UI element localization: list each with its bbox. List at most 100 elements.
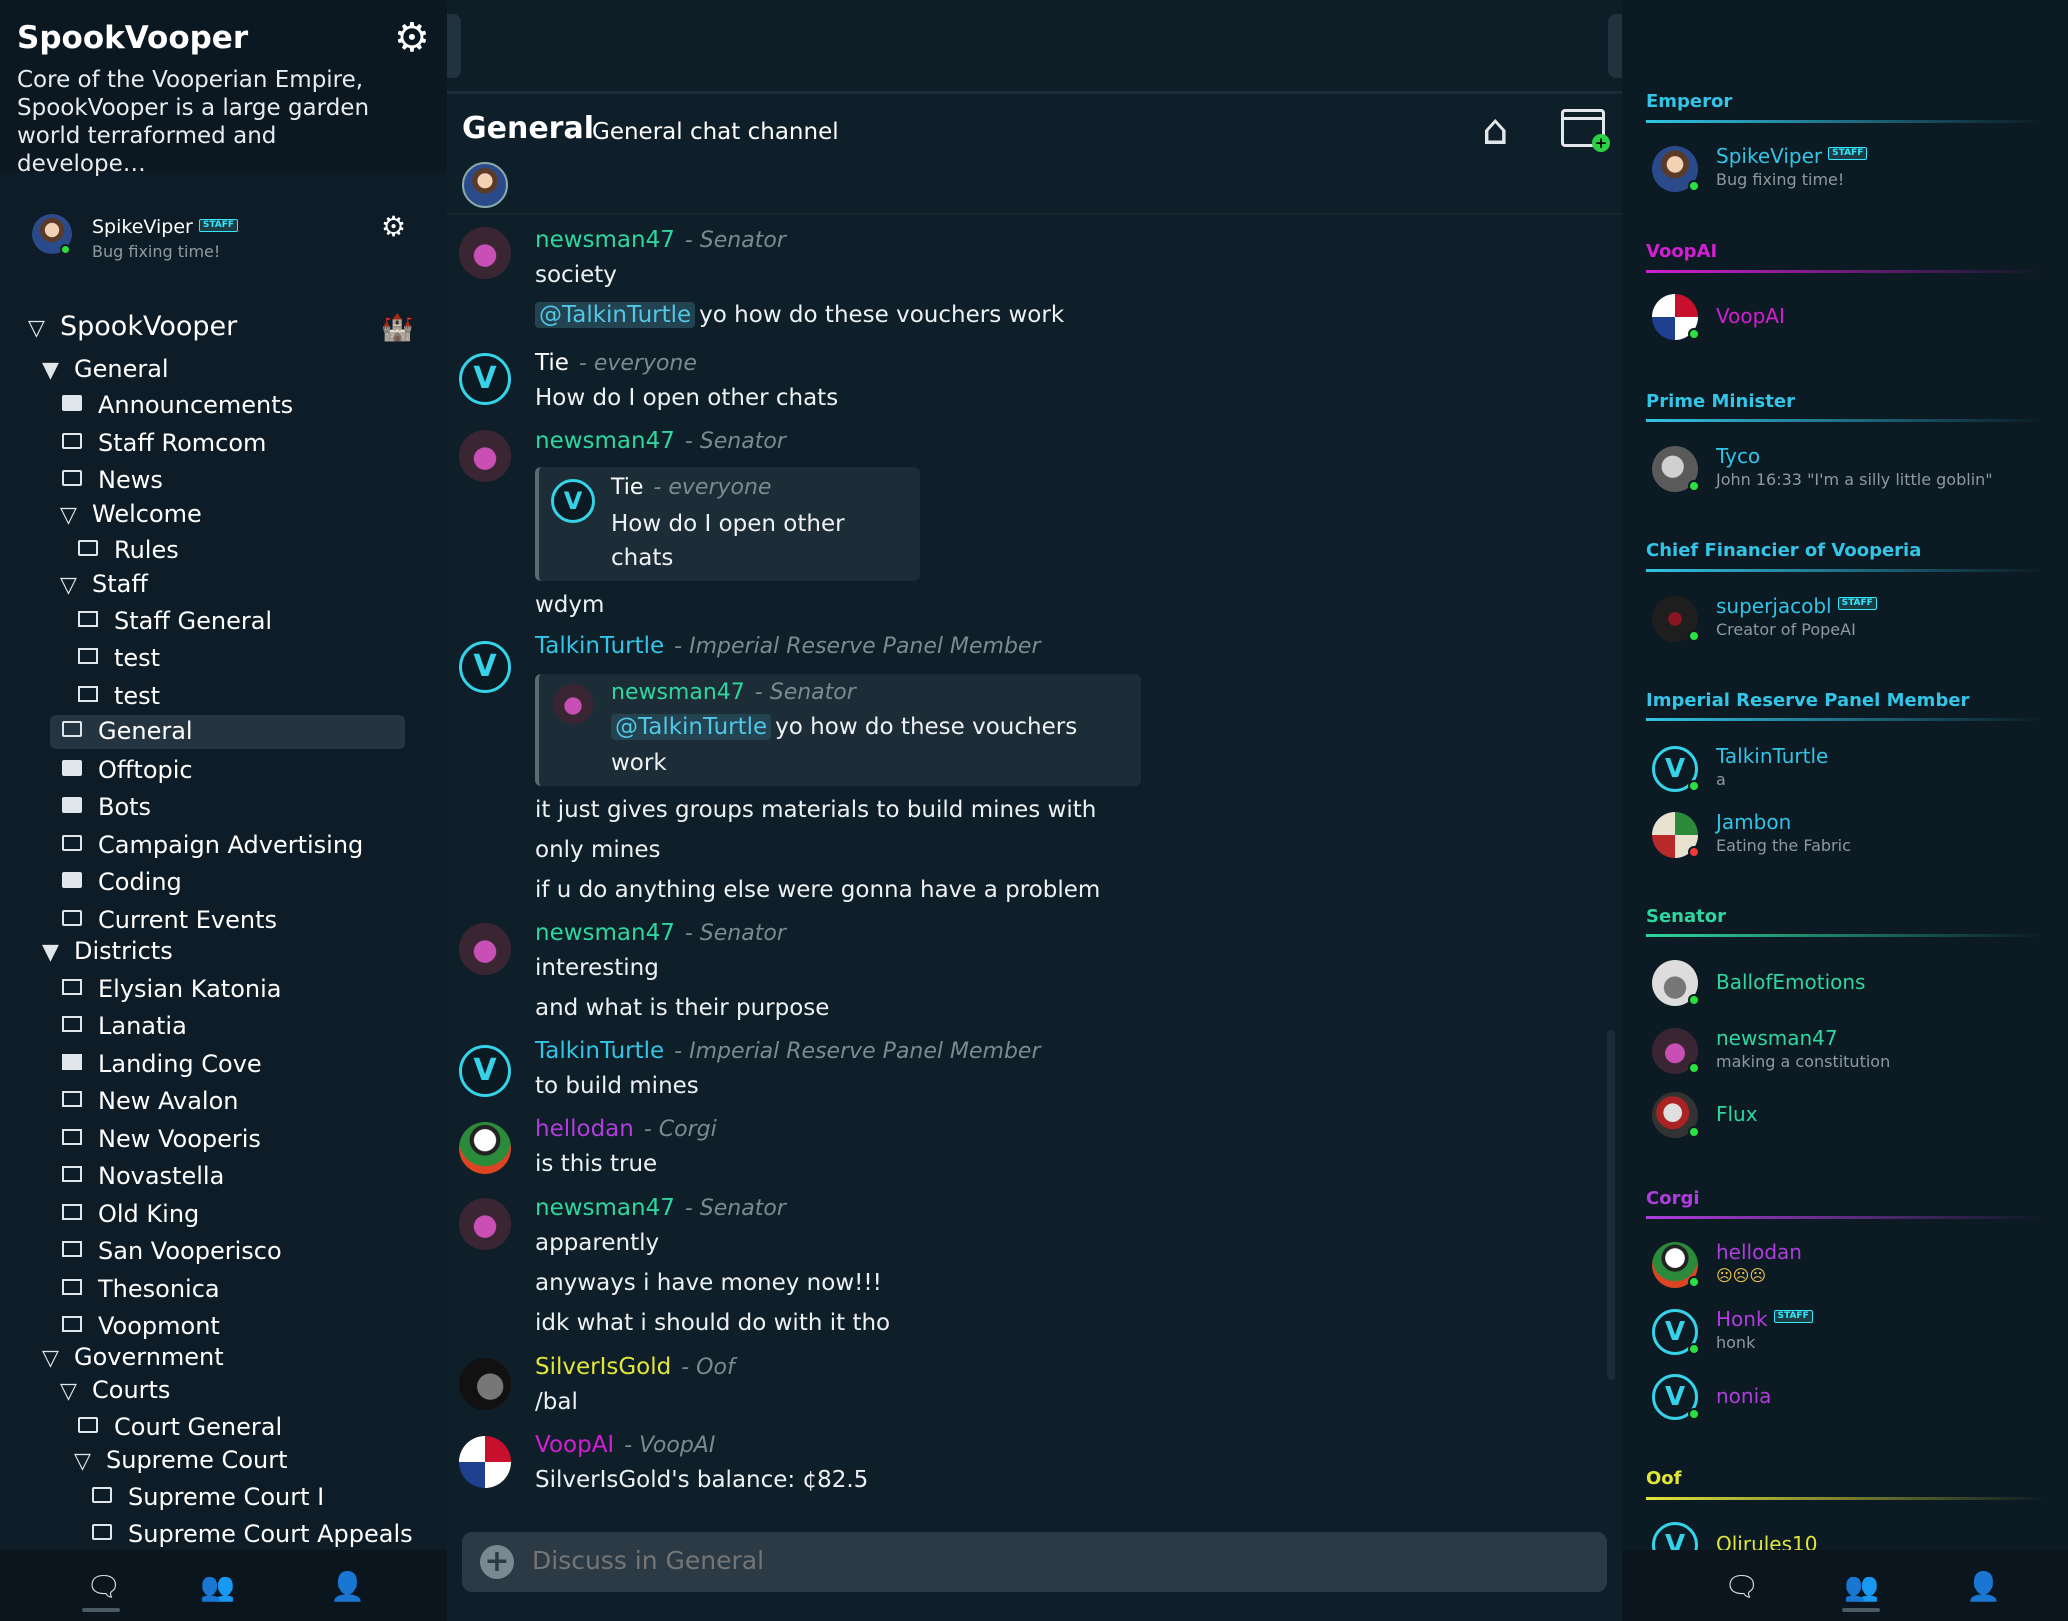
message-author[interactable]: SilverIsGold - Oof	[535, 1354, 735, 1380]
channel-new-avalon[interactable]: New Avalon	[62, 1087, 238, 1115]
members-icon[interactable]: 👥	[200, 1570, 235, 1603]
channel-san-vooperisco[interactable]: San Vooperisco	[62, 1237, 282, 1265]
avatar[interactable]	[459, 430, 511, 482]
channel-announcements[interactable]: Announcements	[62, 391, 293, 419]
channel-staff-romcom[interactable]: Staff Romcom	[62, 429, 266, 457]
reply-quote[interactable]: V Tie - everyone How do I open other chat…	[535, 467, 920, 581]
category-welcome[interactable]: ▽ Welcome	[60, 500, 202, 528]
avatar[interactable]	[459, 227, 511, 279]
private-channel-icon	[62, 1279, 82, 1295]
channel-test-2[interactable]: test	[78, 682, 160, 710]
channel-news[interactable]: News	[62, 466, 163, 494]
mention[interactable]: @TalkinTurtle	[535, 302, 696, 328]
avatar[interactable]	[459, 1122, 511, 1174]
message-author[interactable]: Tie - everyone	[535, 350, 697, 376]
category-districts[interactable]: ▼ Districts	[42, 937, 173, 965]
planet-name: SpookVooper	[17, 20, 249, 56]
role-heading: Oof	[1646, 1468, 1682, 1489]
channel-offtopic[interactable]: Offtopic	[62, 756, 193, 784]
channel-old-king[interactable]: Old King	[62, 1200, 199, 1228]
channel-coding[interactable]: Coding	[62, 868, 182, 896]
left-bottom-nav: 🗨 👥 👤	[0, 1550, 447, 1621]
message-input[interactable]	[532, 1546, 1572, 1575]
planet-settings-gear-icon[interactable]: ⚙	[394, 18, 430, 58]
category-supreme-court[interactable]: ▽ Supreme Court	[74, 1446, 288, 1474]
member-item[interactable]: hellodan ☹☹☹	[1652, 1238, 2052, 1294]
private-channel-icon	[78, 611, 98, 627]
profile-icon[interactable]: 👤	[330, 1570, 365, 1603]
channel-lanatia[interactable]: Lanatia	[62, 1012, 187, 1040]
member-item[interactable]: V Honk STAFF honk	[1652, 1305, 2052, 1361]
channel-court-general[interactable]: Court General	[78, 1413, 282, 1441]
member-item[interactable]: Jambon Eating the Fabric	[1652, 808, 2052, 864]
chat-icon[interactable]: 🗨	[86, 1570, 122, 1603]
message-author[interactable]: newsman47- Senator	[535, 920, 786, 946]
member-status: John 16:33 "I'm a silly little goblin"	[1716, 470, 1993, 489]
new-window-icon[interactable]: +	[1561, 109, 1610, 152]
message-author[interactable]: newsman47- Senator	[535, 1195, 786, 1221]
quote-avatar	[553, 684, 593, 724]
channel-current-events[interactable]: Current Events	[62, 906, 277, 934]
avatar[interactable]	[459, 1436, 511, 1488]
channel-campaign-advertising[interactable]: Campaign Advertising	[62, 831, 363, 859]
message-author[interactable]: newsman47- Senator	[535, 227, 786, 253]
message-author[interactable]: hellodan - Corgi	[535, 1116, 717, 1142]
channel-landing-cove[interactable]: Landing Cove	[62, 1050, 262, 1078]
reply-quote[interactable]: newsman47- Senator @TalkinTurtle yo how d…	[535, 674, 1141, 786]
plus-icon[interactable]: +	[480, 1545, 514, 1579]
channel-staff-general[interactable]: Staff General	[78, 607, 272, 635]
tab-handle-right[interactable]	[1608, 14, 1622, 78]
member-item[interactable]: V nonia	[1652, 1370, 2052, 1426]
avatar[interactable]: V	[459, 641, 511, 693]
member-item[interactable]: SpikeViper STAFF Bug fixing time!	[1652, 142, 2052, 198]
message-author[interactable]: VoopAI - VoopAI	[535, 1432, 715, 1458]
message-text: SilverIsGold's balance: ¢82.5	[535, 1467, 869, 1493]
channel-rules[interactable]: Rules	[78, 536, 179, 564]
avatar[interactable]	[459, 1358, 511, 1410]
channel-viewer-avatar[interactable]	[462, 162, 508, 208]
avatar[interactable]: V	[459, 1045, 511, 1097]
online-status-dot	[1688, 480, 1700, 492]
chat-icon[interactable]: 🗨	[1724, 1570, 1760, 1603]
profile-icon[interactable]: 👤	[1966, 1570, 2001, 1603]
message-scrollbar[interactable]	[1607, 1030, 1615, 1380]
current-user-panel[interactable]: SpikeViper STAFF Bug fixing time!	[32, 212, 412, 272]
message-author[interactable]: newsman47- Senator	[535, 428, 786, 454]
channel-elysian-katonia[interactable]: Elysian Katonia	[62, 975, 281, 1003]
category-government[interactable]: ▽ Government	[42, 1343, 224, 1371]
member-item[interactable]: newsman47 making a constitution	[1652, 1024, 2052, 1080]
avatar[interactable]: V	[459, 353, 511, 405]
member-item[interactable]: superjacobl STAFF Creator of PopeAI	[1652, 592, 2052, 648]
channel-novastella[interactable]: Novastella	[62, 1162, 224, 1190]
avatar[interactable]	[459, 1198, 511, 1250]
tree-planet-node[interactable]: ▽ SpookVooper	[28, 311, 237, 342]
channel-thesonica[interactable]: Thesonica	[62, 1275, 220, 1303]
channel-voopmont[interactable]: Voopmont	[62, 1312, 220, 1340]
member-item[interactable]: Tyco John 16:33 "I'm a silly little gobl…	[1652, 442, 2052, 498]
channel-supreme-court-appeals[interactable]: Supreme Court Appeals	[92, 1520, 413, 1548]
channel-supreme-court-i[interactable]: Supreme Court I	[92, 1483, 324, 1511]
member-item[interactable]: V Olirules10	[1652, 1518, 2052, 1550]
member-item[interactable]: VoopAI	[1652, 290, 2052, 346]
category-general[interactable]: ▼ General	[42, 355, 169, 383]
member-item[interactable]: Flux	[1652, 1088, 2052, 1144]
user-settings-gear-icon[interactable]: ⚙	[381, 210, 406, 243]
channel-test-1[interactable]: test	[78, 644, 160, 672]
message-text: only mines	[535, 837, 661, 863]
chat-channel-icon	[62, 433, 82, 449]
member-item[interactable]: V TalkinTurtle a	[1652, 742, 2052, 798]
message-author[interactable]: TalkinTurtle - Imperial Reserve Panel Mem…	[535, 633, 1041, 659]
category-staff[interactable]: ▽ Staff	[60, 570, 148, 598]
avatar[interactable]	[459, 923, 511, 975]
channel-bots[interactable]: Bots	[62, 793, 151, 821]
member-item[interactable]: BallofEmotions	[1652, 956, 2052, 1012]
channel-general[interactable]: General	[50, 715, 405, 749]
category-courts[interactable]: ▽ Courts	[60, 1376, 170, 1404]
mention[interactable]: @TalkinTurtle	[611, 714, 772, 740]
channel-new-vooperis[interactable]: New Vooperis	[62, 1125, 261, 1153]
tab-handle-left[interactable]	[447, 14, 461, 78]
home-icon[interactable]: ⌂	[1482, 105, 1509, 154]
chat-channel-icon	[92, 1524, 112, 1540]
message-author[interactable]: TalkinTurtle - Imperial Reserve Panel Mem…	[535, 1038, 1041, 1064]
members-icon[interactable]: 👥	[1844, 1570, 1879, 1603]
